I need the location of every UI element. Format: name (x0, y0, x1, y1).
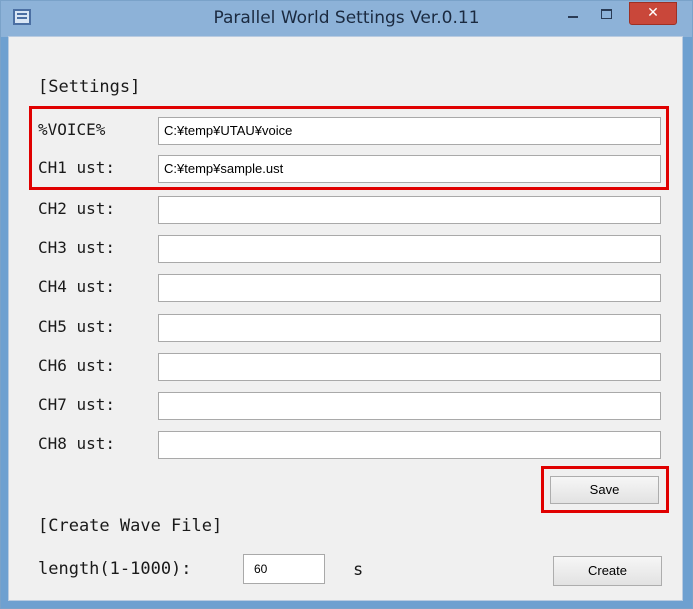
maximize-icon[interactable] (594, 5, 618, 27)
create-button[interactable]: Create (553, 556, 662, 586)
length-input[interactable]: 60 (243, 554, 325, 584)
ch2-ust-label: CH2 ust: (38, 199, 116, 218)
seconds-unit: s (353, 560, 364, 580)
minimize-icon[interactable] (561, 5, 585, 27)
ch5-ust-input[interactable] (158, 314, 661, 342)
path-fields-highlight (29, 106, 669, 190)
window-title: Parallel World Settings Ver.0.11 (213, 8, 480, 28)
ch5-ust-label: CH5 ust: (38, 317, 116, 336)
ch4-ust-input[interactable] (158, 274, 661, 302)
ch8-ust-label: CH8 ust: (38, 434, 116, 453)
length-label: length(1-1000): (38, 559, 192, 579)
ch7-ust-input[interactable] (158, 392, 661, 420)
settings-heading: [Settings] (38, 77, 141, 97)
ch3-ust-label: CH3 ust: (38, 238, 116, 257)
ch8-ust-input[interactable] (158, 431, 661, 459)
ch2-ust-input[interactable] (158, 196, 661, 224)
create-wave-heading: [Create Wave File] (38, 516, 223, 536)
title-bar[interactable]: Parallel World Settings Ver.0.11 ✕ (1, 1, 692, 37)
ch4-ust-label: CH4 ust: (38, 277, 116, 296)
ch7-ust-label: CH7 ust: (38, 395, 116, 414)
ch3-ust-input[interactable] (158, 235, 661, 263)
ch6-ust-label: CH6 ust: (38, 356, 116, 375)
save-button-highlight (541, 466, 669, 513)
ch6-ust-input[interactable] (158, 353, 661, 381)
close-icon[interactable]: ✕ (629, 2, 677, 25)
